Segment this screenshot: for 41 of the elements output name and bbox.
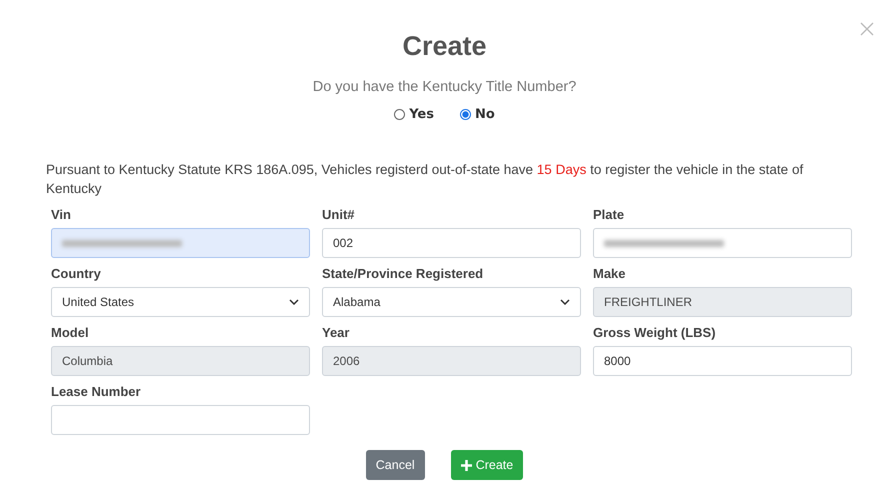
- cancel-button[interactable]: Cancel: [366, 450, 425, 480]
- field-label: Lease Number: [51, 383, 141, 400]
- field-label: Year: [322, 324, 350, 341]
- select-field[interactable]: Alabama: [322, 287, 581, 317]
- field-label: Country: [51, 265, 101, 282]
- select-field[interactable]: United States: [51, 287, 310, 317]
- radio-label: Yes: [409, 107, 434, 122]
- radio-option[interactable]: Yes: [394, 107, 434, 122]
- field-label: Plate: [593, 206, 624, 223]
- field-label: Unit#: [322, 206, 354, 223]
- notice-text: Pursuant to Kentucky Statute KRS 186A.095, Vehicles registerd out-of-state have 15 Days to register the vehicle in the state of Kentucky: [46, 161, 804, 198]
- field-label: Model: [51, 324, 89, 341]
- chevron-down-icon: [560, 299, 570, 305]
- input-field[interactable]: FREIGHTLINER: [593, 287, 852, 317]
- input-field[interactable]: 2006: [322, 346, 581, 376]
- input-field[interactable]: Columbia: [51, 346, 310, 376]
- radio-label: No: [474, 107, 495, 122]
- input-field[interactable]: [51, 405, 310, 435]
- field-label: Make: [593, 265, 626, 282]
- chevron-down-icon: [289, 299, 299, 305]
- field-value: FREIGHTLINER: [604, 295, 692, 309]
- field-label: Vin: [51, 206, 71, 223]
- dialog-title: Create: [401, 30, 488, 63]
- field-value: Alabama: [333, 295, 380, 309]
- input-field[interactable]: 002: [322, 228, 581, 258]
- radio-option[interactable]: No: [460, 107, 495, 122]
- field-label: Gross Weight (LBS): [593, 324, 716, 341]
- field-label: State/Province Registered: [322, 265, 484, 282]
- radio-icon[interactable]: [460, 109, 471, 120]
- field-value: 2006: [333, 354, 360, 368]
- plus-icon: [460, 460, 472, 470]
- question-text: Do you have the Kentucky Title Number?: [312, 79, 578, 95]
- input-field[interactable]: [593, 228, 852, 258]
- field-value: 002: [333, 236, 354, 250]
- field-value: Columbia: [62, 354, 113, 368]
- field-value: United States: [62, 295, 134, 309]
- field-value: 8000: [604, 354, 631, 368]
- close-icon[interactable]: [860, 22, 874, 36]
- input-field[interactable]: 8000: [593, 346, 852, 376]
- input-field[interactable]: [51, 228, 310, 258]
- radio-icon[interactable]: [394, 109, 406, 120]
